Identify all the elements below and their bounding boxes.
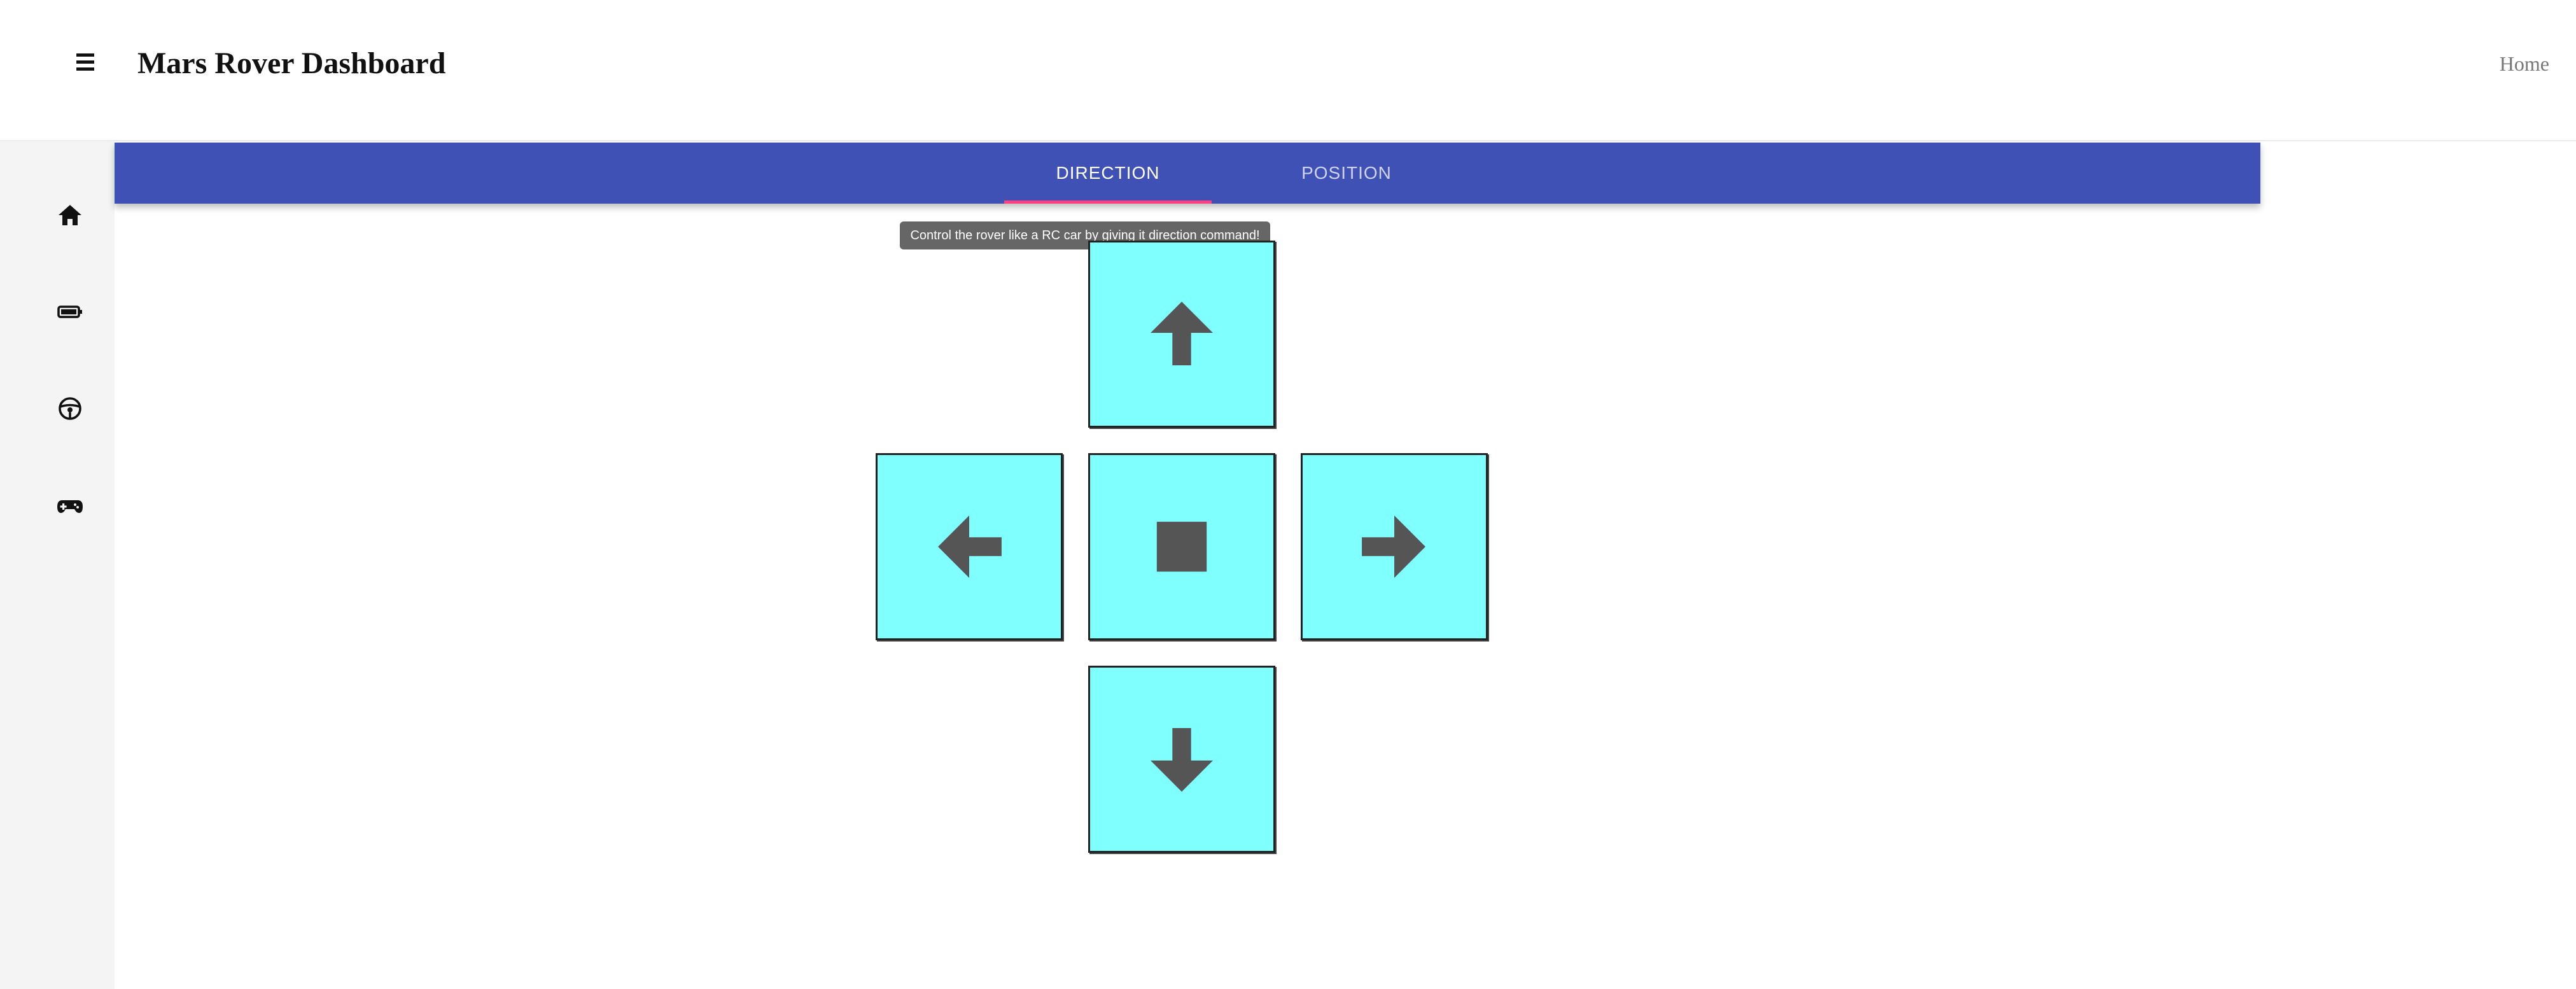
- sidebar: [0, 141, 115, 989]
- stop-icon: [1156, 521, 1207, 572]
- turn-left-button[interactable]: [876, 453, 1063, 640]
- arrow-up-icon: [1151, 302, 1213, 365]
- arrow-down-icon: [1151, 728, 1213, 792]
- steering-wheel-icon: [59, 397, 81, 420]
- active-tab-indicator: [1004, 200, 1212, 204]
- arrow-right-icon: [1362, 516, 1425, 578]
- tab-bar: DIRECTION POSITION: [115, 143, 2260, 204]
- move-backward-button[interactable]: [1088, 666, 1275, 853]
- page-title: Mars Rover Dashboard: [137, 46, 446, 80]
- sidebar-item-gamepad[interactable]: [55, 490, 85, 521]
- move-forward-button[interactable]: [1088, 241, 1275, 428]
- tab-direction[interactable]: DIRECTION: [1004, 143, 1212, 204]
- sidebar-item-battery[interactable]: [55, 297, 85, 327]
- turn-right-button[interactable]: [1301, 453, 1488, 640]
- sidebar-item-steering[interactable]: [55, 393, 85, 424]
- gamepad-icon: [57, 500, 83, 513]
- home-icon: [59, 205, 81, 225]
- sidebar-item-home[interactable]: [55, 200, 85, 230]
- home-link[interactable]: Home: [2500, 52, 2549, 76]
- battery-icon: [57, 305, 82, 318]
- app-header: Mars Rover Dashboard Home: [0, 0, 2576, 141]
- tab-position[interactable]: POSITION: [1251, 143, 1442, 204]
- stop-button[interactable]: [1088, 453, 1275, 640]
- hamburger-menu-icon[interactable]: [71, 48, 102, 76]
- arrow-left-icon: [938, 516, 1002, 578]
